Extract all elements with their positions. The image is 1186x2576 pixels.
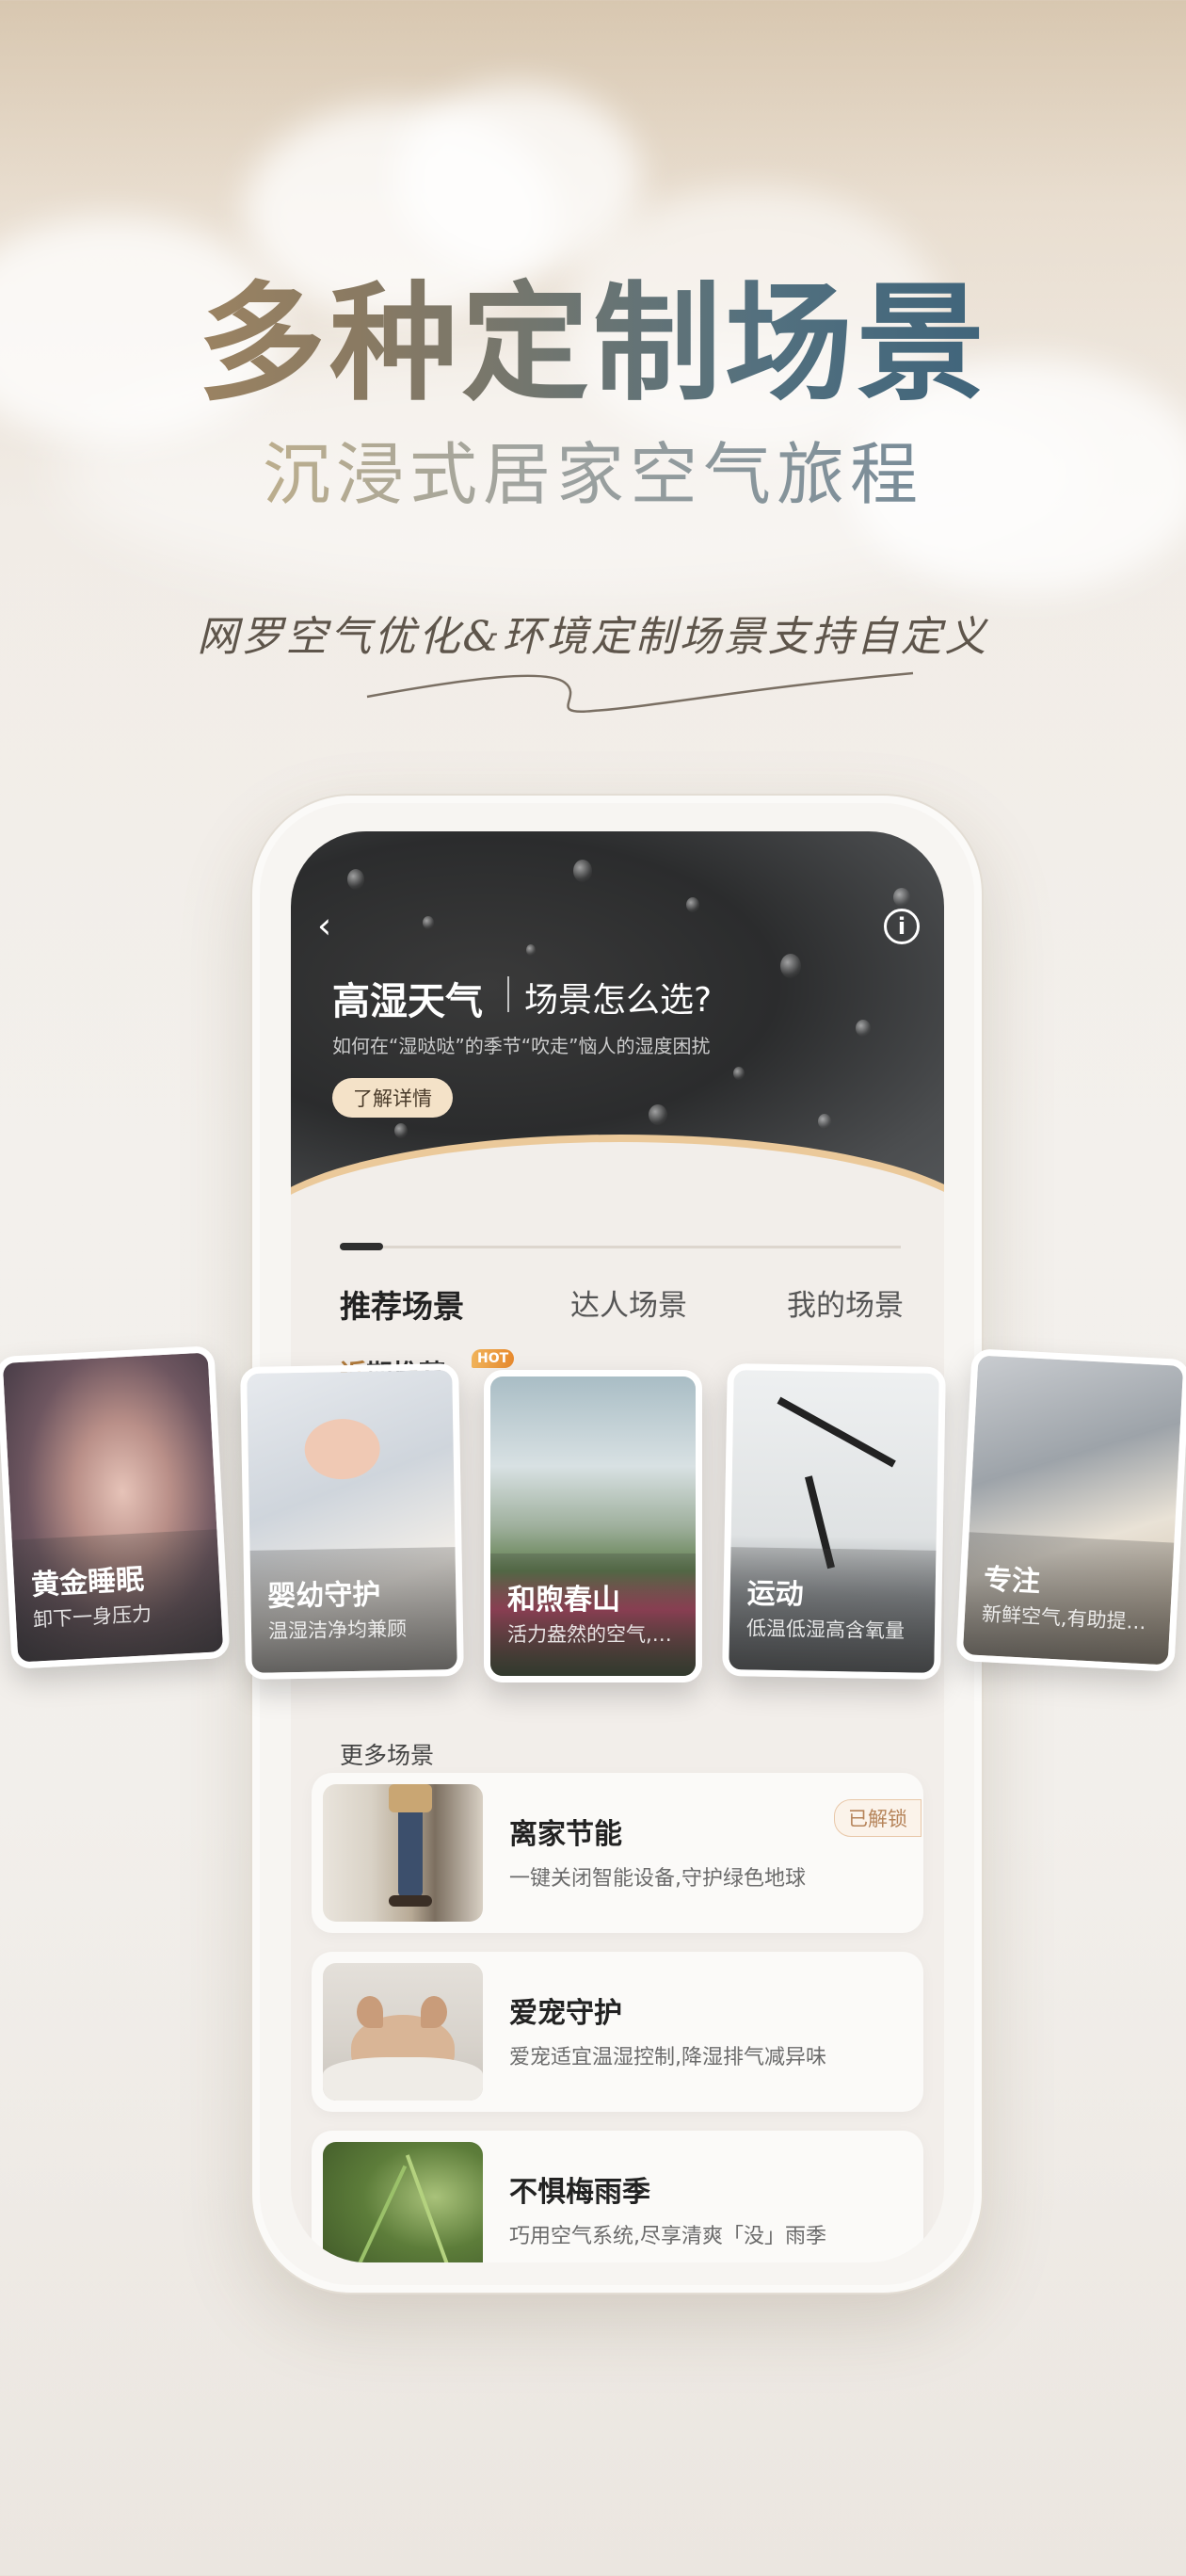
scene-title: 专注 xyxy=(983,1563,1041,1600)
raindrop xyxy=(733,1067,745,1080)
info-icon[interactable]: i xyxy=(884,909,920,944)
scene-desc: 低温低湿高含氧量 xyxy=(745,1617,906,1643)
list-item-title: 离家节能 xyxy=(509,1818,622,1851)
raindrop xyxy=(856,1020,871,1037)
banner[interactable]: ‹ i 高湿天气 场景怎么选? 如何在“湿哒哒”的季节“吹走”恼人的湿度困扰 了… xyxy=(291,831,944,1217)
list-item[interactable]: 爱宠守护 爱宠适宜温湿控制,降湿排气减异味 xyxy=(312,1952,923,2112)
tab-expert[interactable]: 达人场景 xyxy=(570,1281,687,1324)
scene-card-sport[interactable]: 运动 低温低湿高含氧量 xyxy=(722,1363,946,1680)
rain-plant-thumbnail xyxy=(323,2142,483,2262)
scene-desc: 活力盎然的空气,和... xyxy=(507,1623,686,1646)
tab-my-scenes[interactable]: 我的场景 xyxy=(787,1281,904,1324)
raindrop xyxy=(347,869,364,890)
hero-tagline: 网罗空气优化&环境定制场景支持自定义 xyxy=(197,613,989,661)
scene-card-focus[interactable]: 专注 新鲜空气,有助提升... xyxy=(955,1348,1186,1672)
banner-title: 高湿天气 xyxy=(332,980,483,1023)
list-item-desc: 一键关闭智能设备,守护绿色地球 xyxy=(509,1867,806,1891)
list-item-desc: 爱宠适宜温湿控制,降湿排气减异味 xyxy=(509,2046,826,2069)
scene-title: 婴幼守护 xyxy=(267,1578,381,1614)
raindrop xyxy=(423,916,434,929)
scene-card-baby[interactable]: 婴幼守护 温湿洁净均兼顾 xyxy=(240,1363,464,1680)
raindrop xyxy=(893,888,910,907)
learn-more-button[interactable]: 了解详情 xyxy=(332,1078,453,1118)
tab-recommended[interactable]: 推荐场景 xyxy=(340,1281,464,1327)
hero-title: 多种定制场景 xyxy=(0,240,1186,426)
banner-arc-decoration xyxy=(291,1142,944,1217)
raindrop xyxy=(526,944,536,956)
raindrop xyxy=(686,897,699,912)
list-item[interactable]: 不惧梅雨季 巧用空气系统,尽享清爽「没」雨季 xyxy=(312,2131,923,2262)
unlocked-badge: 已解锁 xyxy=(834,1799,922,1837)
more-section-title: 更多场景 xyxy=(340,1742,435,1769)
hot-badge: HOT xyxy=(472,1349,515,1368)
scene-title: 和煦春山 xyxy=(507,1584,620,1617)
scene-card-spring[interactable]: 和煦春山 活力盎然的空气,和... xyxy=(484,1370,702,1682)
list-item-desc: 巧用空气系统,尽享清爽「没」雨季 xyxy=(509,2225,826,2248)
raindrop xyxy=(394,1123,408,1138)
scene-title: 黄金睡眠 xyxy=(30,1563,145,1602)
scene-desc: 温湿洁净均兼顾 xyxy=(267,1618,408,1643)
swoosh-decoration xyxy=(366,671,914,714)
hero-subtitle: 沉浸式居家空气旅程 xyxy=(0,419,1186,518)
away-thumbnail xyxy=(323,1784,483,1922)
raindrop xyxy=(573,860,592,882)
tab-indicator-track xyxy=(340,1246,901,1248)
pet-thumbnail xyxy=(323,1963,483,2101)
list-item[interactable]: 离家节能 一键关闭智能设备,守护绿色地球 已解锁 xyxy=(312,1773,923,1933)
chevron-left-icon[interactable]: ‹ xyxy=(317,907,355,944)
tab-indicator xyxy=(340,1243,383,1250)
raindrop xyxy=(649,1104,667,1125)
banner-divider xyxy=(507,976,509,1012)
raindrop xyxy=(780,954,801,978)
banner-question: 场景怎么选? xyxy=(524,981,713,1020)
list-item-title: 不惧梅雨季 xyxy=(509,2176,650,2209)
list-item-title: 爱宠守护 xyxy=(509,1997,622,2030)
raindrop xyxy=(818,1114,831,1129)
banner-description: 如何在“湿哒哒”的季节“吹走”恼人的湿度困扰 xyxy=(332,1035,711,1057)
scene-title: 运动 xyxy=(746,1577,804,1612)
scene-card-sleep[interactable]: 黄金睡眠 卸下一身压力 xyxy=(0,1345,231,1669)
